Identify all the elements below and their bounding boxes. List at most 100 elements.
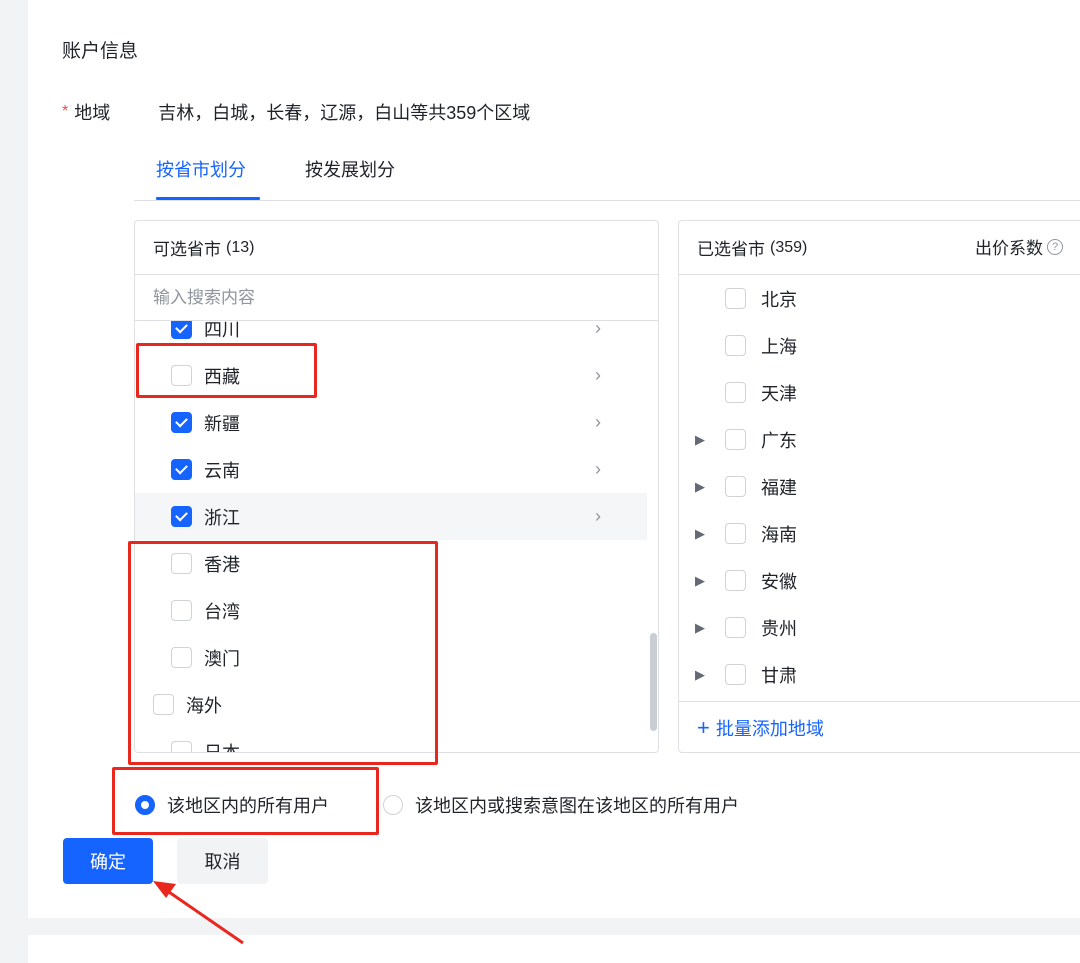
required-mark: * <box>62 103 69 120</box>
selected-item-label: 广东 <box>761 430 797 451</box>
chevron-right-icon[interactable]: › <box>595 506 601 527</box>
region-summary: 吉林，白城，长春，辽源，白山等共359个区域 <box>158 103 531 123</box>
list-item[interactable]: 浙江 › <box>135 493 647 540</box>
list-item[interactable]: 四川 › <box>135 321 647 352</box>
selected-provinces-panel: 已选省市 (359) 出价系数 ? 北京 上海 天津 ▶ 广东 ▶ 福建 ▶ 海南 ▶ 安徽 ▶ 贵州 ▶… <box>678 220 1080 753</box>
checkbox-icon[interactable] <box>725 382 746 403</box>
list-item[interactable]: 香港 <box>135 540 647 587</box>
list-item-label: 云南 <box>204 460 240 481</box>
checkbox-icon[interactable] <box>725 570 746 591</box>
list-item[interactable]: 新疆 › <box>135 399 647 446</box>
expand-caret-icon[interactable]: ▶ <box>695 526 705 542</box>
list-item-label: 新疆 <box>204 413 240 434</box>
plus-icon: + <box>697 715 710 740</box>
checkbox-icon[interactable] <box>725 664 746 685</box>
checkbox-checked-icon[interactable] <box>171 506 192 527</box>
selected-list-item[interactable]: ▶ 广东 <box>679 416 1080 463</box>
chevron-right-icon[interactable]: › <box>595 365 601 386</box>
list-item-label: 海外 <box>186 695 222 716</box>
tab-by-development[interactable]: 按发展划分 <box>305 156 395 182</box>
checkbox-icon[interactable] <box>153 694 174 715</box>
selected-list-item[interactable]: ▶ 安徽 <box>679 557 1080 604</box>
radio-users-or-search-intent[interactable]: 该地区内或搜索意图在该地区的所有用户 <box>383 790 739 820</box>
selected-list-item[interactable]: 上海 <box>679 322 1080 369</box>
expand-caret-icon[interactable]: ▶ <box>695 667 705 683</box>
selected-item-label: 福建 <box>761 477 797 498</box>
expand-caret-icon[interactable]: ▶ <box>695 479 705 495</box>
checkbox-checked-icon[interactable] <box>171 459 192 480</box>
chevron-right-icon[interactable]: › <box>595 412 601 433</box>
selected-list-item[interactable]: 北京 <box>679 275 1080 322</box>
checkbox-icon[interactable] <box>725 288 746 309</box>
search-input[interactable] <box>153 287 553 308</box>
section-title: 账户信息 <box>62 41 139 62</box>
selected-list-item[interactable]: ▶ 甘肃 <box>679 651 1080 698</box>
available-panel-header: 可选省市 (13) <box>135 221 658 275</box>
scrollbar-thumb[interactable] <box>650 633 657 731</box>
selected-item-label: 甘肃 <box>761 665 797 686</box>
batch-add-label: 批量添加地域 <box>715 719 824 739</box>
radio-all-users-in-region[interactable]: 该地区内的所有用户 <box>135 790 329 820</box>
batch-add-region-button[interactable]: + 批量添加地域 <box>679 701 1080 752</box>
available-count: (13) <box>226 238 255 256</box>
selected-province-list[interactable]: 北京上海天津 ▶ 广东 ▶ 福建 ▶ 海南 ▶ 安徽 ▶ 贵州 ▶ 甘肃 <box>679 275 1080 701</box>
list-item[interactable]: 云南 › <box>135 446 647 493</box>
available-panel-title: 可选省市 <box>153 240 221 259</box>
confirm-button[interactable]: 确定 <box>63 838 153 884</box>
selected-list-item[interactable]: 天津 <box>679 369 1080 416</box>
search-box <box>135 275 658 321</box>
radio-label: 该地区内的所有用户 <box>167 796 329 816</box>
checkbox-icon[interactable] <box>171 553 192 574</box>
checkbox-checked-icon[interactable] <box>171 412 192 433</box>
list-item[interactable]: 澳门 <box>135 634 647 681</box>
selected-panel-title: 已选省市 <box>697 240 765 259</box>
checkbox-icon[interactable] <box>725 617 746 638</box>
checkbox-icon[interactable] <box>171 741 192 752</box>
checkbox-checked-icon[interactable] <box>171 321 192 339</box>
list-item[interactable]: 海外 <box>135 681 647 728</box>
list-item-label: 浙江 <box>204 507 240 528</box>
next-card <box>28 935 1080 963</box>
checkbox-icon[interactable] <box>171 600 192 621</box>
radio-label: 该地区内或搜索意图在该地区的所有用户 <box>415 796 739 816</box>
chevron-right-icon[interactable]: › <box>595 321 601 339</box>
list-item-label: 日本 <box>204 739 240 753</box>
selected-item-label: 贵州 <box>761 618 797 639</box>
list-item-label: 西藏 <box>204 366 240 387</box>
selected-item-label: 天津 <box>761 383 797 404</box>
expand-caret-icon[interactable]: ▶ <box>695 620 705 636</box>
help-icon[interactable]: ? <box>1047 238 1063 255</box>
selected-list-item[interactable]: ▶ 海南 <box>679 510 1080 557</box>
list-item-label: 澳门 <box>204 648 240 669</box>
tab-by-province[interactable]: 按省市划分 <box>156 156 246 182</box>
bid-coefficient-header: 出价系数 ? <box>975 234 1063 259</box>
list-item-label: 香港 <box>204 554 240 575</box>
checkbox-icon[interactable] <box>171 365 192 386</box>
checkbox-icon[interactable] <box>725 429 746 450</box>
list-item[interactable]: 西藏 › <box>135 352 647 399</box>
selected-list-item[interactable]: ▶ 福建 <box>679 463 1080 510</box>
radio-selected-icon <box>135 795 155 815</box>
selected-item-label: 北京 <box>761 289 797 310</box>
checkbox-icon[interactable] <box>171 647 192 668</box>
selected-item-label: 安徽 <box>761 571 797 592</box>
list-item[interactable]: 日本 <box>135 728 647 752</box>
region-label: 地域 <box>74 103 111 123</box>
region-tabs: 按省市划分 按发展划分 <box>134 150 1080 201</box>
cancel-button[interactable]: 取消 <box>177 838 268 884</box>
list-item-label: 四川 <box>204 321 240 340</box>
list-item-label: 台湾 <box>204 601 240 622</box>
selected-list-item[interactable]: ▶ 贵州 <box>679 604 1080 651</box>
chevron-right-icon[interactable]: › <box>595 459 601 480</box>
list-item[interactable]: 台湾 <box>135 587 647 634</box>
checkbox-icon[interactable] <box>725 476 746 497</box>
selected-item-label: 海南 <box>761 524 797 545</box>
expand-caret-icon[interactable]: ▶ <box>695 432 705 448</box>
selected-count: (359) <box>770 238 808 256</box>
checkbox-icon[interactable] <box>725 335 746 356</box>
checkbox-icon[interactable] <box>725 523 746 544</box>
expand-caret-icon[interactable]: ▶ <box>695 573 705 589</box>
active-tab-indicator <box>156 197 260 200</box>
available-province-list[interactable]: 四川 › 西藏 › 新疆 › 云南 › 浙江 › 香港台湾澳门海外日本 <box>135 321 658 752</box>
radio-unselected-icon <box>383 795 403 815</box>
